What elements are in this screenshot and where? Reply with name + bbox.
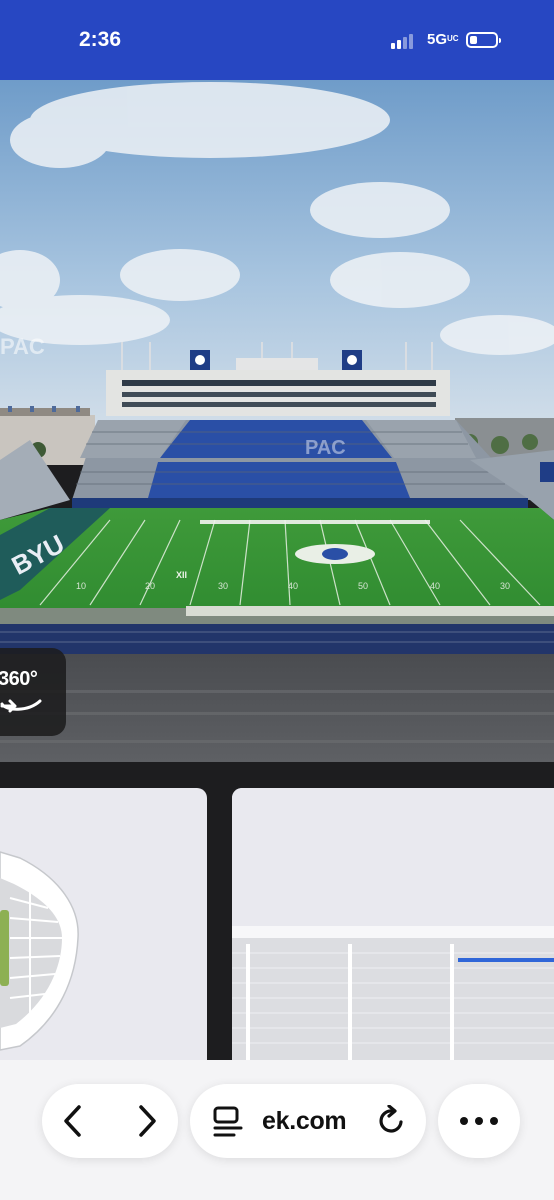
chevron-right-icon[interactable] — [136, 1104, 158, 1138]
yardline-label: 50 — [358, 581, 368, 591]
stadium-seat-view[interactable]: PAC PAC BYU XII 10 20 30 40 50 40 30 360… — [0, 80, 554, 762]
network-label: 5GUC — [427, 31, 459, 48]
yardline-label: 30 — [500, 581, 510, 591]
navigation-pill — [42, 1084, 178, 1158]
view-360-label: 360° — [0, 668, 38, 690]
yardline-label: 10 — [76, 581, 86, 591]
chevron-left-icon[interactable] — [62, 1104, 84, 1138]
battery-icon — [466, 32, 501, 48]
status-bar: 2:36 5GUC — [0, 0, 554, 80]
yardline-label: 20 — [145, 581, 155, 591]
seating-chart-thumbnail[interactable] — [0, 788, 207, 1060]
watermark-left: PAC — [0, 334, 45, 359]
rotate-360-icon — [0, 699, 42, 713]
browser-toolbar: ek.com — [0, 1060, 554, 1200]
watermark-center: PAC — [305, 437, 346, 459]
more-dots-icon — [460, 1117, 498, 1125]
stadium-image: PAC PAC BYU XII 10 20 30 40 50 40 30 — [0, 80, 554, 762]
seat-view-thumbnail[interactable] — [232, 788, 554, 1060]
seating-chart-image — [0, 851, 79, 1051]
yardline-label: 30 — [218, 581, 228, 591]
yardline-label: 40 — [430, 581, 440, 591]
view-360-button[interactable]: 360° — [0, 648, 66, 736]
status-time: 2:36 — [79, 28, 122, 51]
more-button[interactable] — [438, 1084, 520, 1158]
reader-mode-icon[interactable] — [212, 1106, 244, 1138]
reload-icon[interactable] — [376, 1105, 408, 1137]
address-bar[interactable]: ek.com — [190, 1084, 426, 1158]
separator — [0, 762, 554, 788]
yardline-label: 40 — [288, 581, 298, 591]
url-text: ek.com — [262, 1107, 347, 1135]
cellular-signal-icon — [391, 33, 419, 49]
conference-logo: XII — [176, 570, 187, 580]
seat-view-image — [232, 788, 554, 1060]
